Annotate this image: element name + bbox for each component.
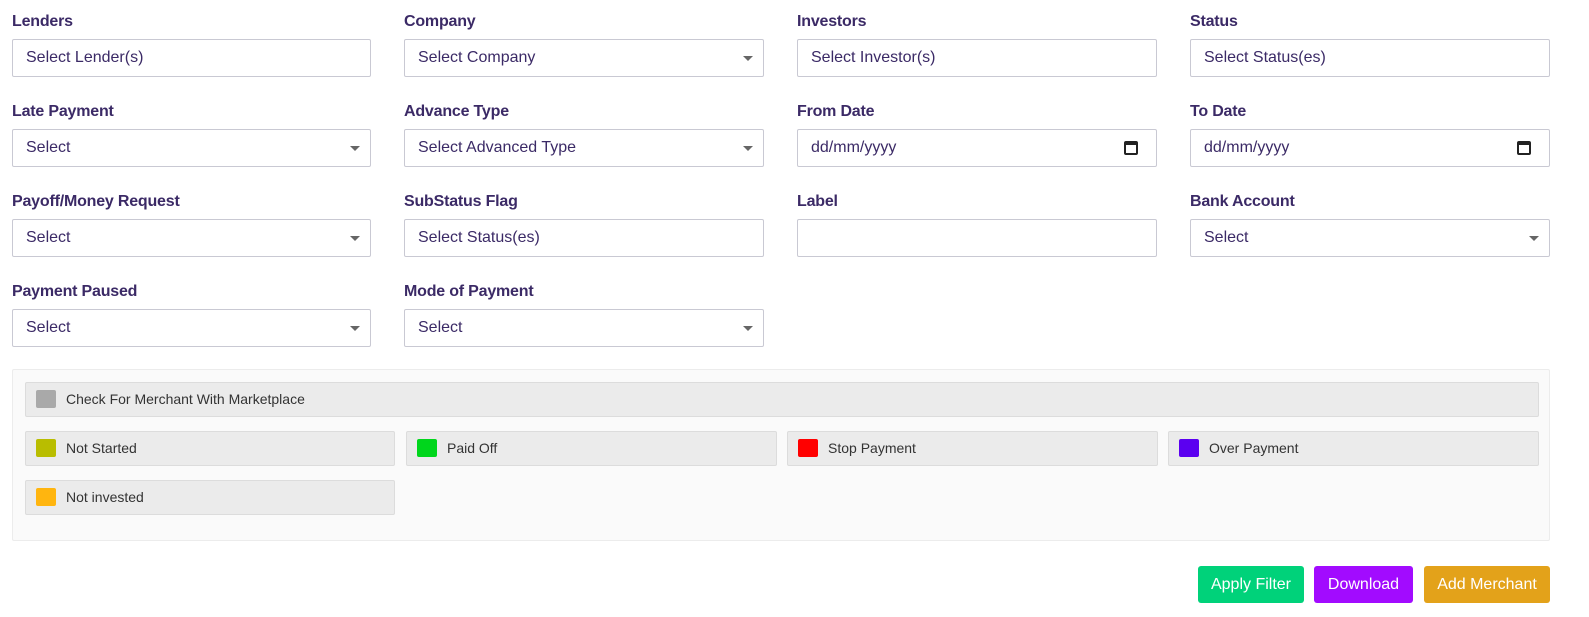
label-input[interactable]: [797, 219, 1157, 257]
investors-select[interactable]: Select Investor(s): [797, 39, 1157, 77]
chevron-down-icon: [743, 326, 753, 331]
investors-value: Select Investor(s): [811, 49, 936, 66]
company-filter: Company Select Company: [404, 0, 764, 90]
to-date-placeholder: dd/mm/yyyy: [1204, 139, 1290, 156]
payoff-request-filter: Payoff/Money Request Select: [12, 180, 371, 270]
status-select[interactable]: Select Status(es): [1190, 39, 1550, 77]
calendar-icon[interactable]: [1517, 141, 1531, 155]
bank-account-filter: Bank Account Select: [1190, 180, 1550, 270]
chevron-down-icon: [350, 326, 360, 331]
late-payment-label: Late Payment: [12, 103, 114, 120]
from-date-label: From Date: [797, 103, 875, 120]
to-date-filter: To Date dd/mm/yyyy: [1190, 90, 1550, 180]
not-invested-label: Not invested: [66, 489, 144, 505]
advance-type-filter: Advance Type Select Advanced Type: [404, 90, 764, 180]
label-label: Label: [797, 193, 838, 210]
lenders-filter: Lenders Select Lender(s): [12, 0, 371, 90]
lenders-select[interactable]: Select Lender(s): [12, 39, 371, 77]
investors-filter: Investors Select Investor(s): [797, 0, 1157, 90]
not-invested-swatch: [36, 488, 56, 506]
status-filter: Status Select Status(es): [1190, 0, 1550, 90]
marketplace-checkbox[interactable]: Check For Merchant With Marketplace: [25, 382, 1539, 417]
paid-off-label: Paid Off: [447, 440, 498, 456]
substatus-flag-label: SubStatus Flag: [404, 193, 518, 210]
company-value: Select Company: [418, 49, 536, 66]
substatus-flag-filter: SubStatus Flag Select Status(es): [404, 180, 764, 270]
payoff-request-label: Payoff/Money Request: [12, 193, 180, 210]
status-label: Status: [1190, 13, 1238, 30]
chevron-down-icon: [743, 56, 753, 61]
payoff-request-select[interactable]: Select: [12, 219, 371, 257]
lenders-value: Select Lender(s): [26, 49, 144, 66]
status-value: Select Status(es): [1204, 49, 1326, 66]
advance-type-select[interactable]: Select Advanced Type: [404, 129, 764, 167]
chevron-down-icon: [350, 146, 360, 151]
legend-not-started[interactable]: Not Started: [25, 431, 395, 466]
stop-payment-label: Stop Payment: [828, 440, 916, 456]
late-payment-value: Select: [26, 139, 71, 156]
investors-label: Investors: [797, 13, 867, 30]
status-legend: Check For Merchant With Marketplace Not …: [12, 369, 1550, 541]
mode-of-payment-value: Select: [418, 319, 463, 336]
calendar-icon[interactable]: [1124, 141, 1138, 155]
to-date-label: To Date: [1190, 103, 1247, 120]
payment-paused-select[interactable]: Select: [12, 309, 371, 347]
payment-paused-label: Payment Paused: [12, 283, 138, 300]
late-payment-select[interactable]: Select: [12, 129, 371, 167]
company-label: Company: [404, 13, 476, 30]
legend-paid-off[interactable]: Paid Off: [406, 431, 777, 466]
over-payment-swatch: [1179, 439, 1199, 457]
advance-type-value: Select Advanced Type: [418, 139, 577, 156]
over-payment-label: Over Payment: [1209, 440, 1299, 456]
from-date-filter: From Date dd/mm/yyyy: [797, 90, 1157, 180]
legend-over-payment[interactable]: Over Payment: [1168, 431, 1539, 466]
filter-grid: Lenders Select Lender(s) Company Select …: [12, 0, 1550, 360]
label-filter: Label: [797, 180, 1157, 270]
payment-paused-value: Select: [26, 319, 71, 336]
substatus-flag-select[interactable]: Select Status(es): [404, 219, 764, 257]
mode-of-payment-filter: Mode of Payment Select: [404, 270, 764, 360]
payoff-request-value: Select: [26, 229, 71, 246]
download-button[interactable]: Download: [1314, 566, 1413, 603]
chevron-down-icon: [1529, 236, 1539, 241]
late-payment-filter: Late Payment Select: [12, 90, 371, 180]
company-select[interactable]: Select Company: [404, 39, 764, 77]
lenders-label: Lenders: [12, 13, 73, 30]
marketplace-swatch: [36, 390, 56, 408]
legend-not-invested[interactable]: Not invested: [25, 480, 395, 515]
legend-stop-payment[interactable]: Stop Payment: [787, 431, 1158, 466]
chevron-down-icon: [743, 146, 753, 151]
bank-account-value: Select: [1204, 229, 1249, 246]
not-started-label: Not Started: [66, 440, 137, 456]
mode-of-payment-label: Mode of Payment: [404, 283, 534, 300]
payment-paused-filter: Payment Paused Select: [12, 270, 371, 360]
substatus-flag-value: Select Status(es): [418, 229, 540, 246]
bank-account-select[interactable]: Select: [1190, 219, 1550, 257]
from-date-placeholder: dd/mm/yyyy: [811, 139, 897, 156]
chevron-down-icon: [350, 236, 360, 241]
mode-of-payment-select[interactable]: Select: [404, 309, 764, 347]
not-started-swatch: [36, 439, 56, 457]
advance-type-label: Advance Type: [404, 103, 509, 120]
from-date-input[interactable]: dd/mm/yyyy: [797, 129, 1157, 167]
stop-payment-swatch: [798, 439, 818, 457]
to-date-input[interactable]: dd/mm/yyyy: [1190, 129, 1550, 167]
paid-off-swatch: [417, 439, 437, 457]
add-merchant-button[interactable]: Add Merchant: [1424, 566, 1550, 603]
bank-account-label: Bank Account: [1190, 193, 1295, 210]
marketplace-label: Check For Merchant With Marketplace: [66, 391, 305, 407]
apply-filter-button[interactable]: Apply Filter: [1198, 566, 1304, 603]
